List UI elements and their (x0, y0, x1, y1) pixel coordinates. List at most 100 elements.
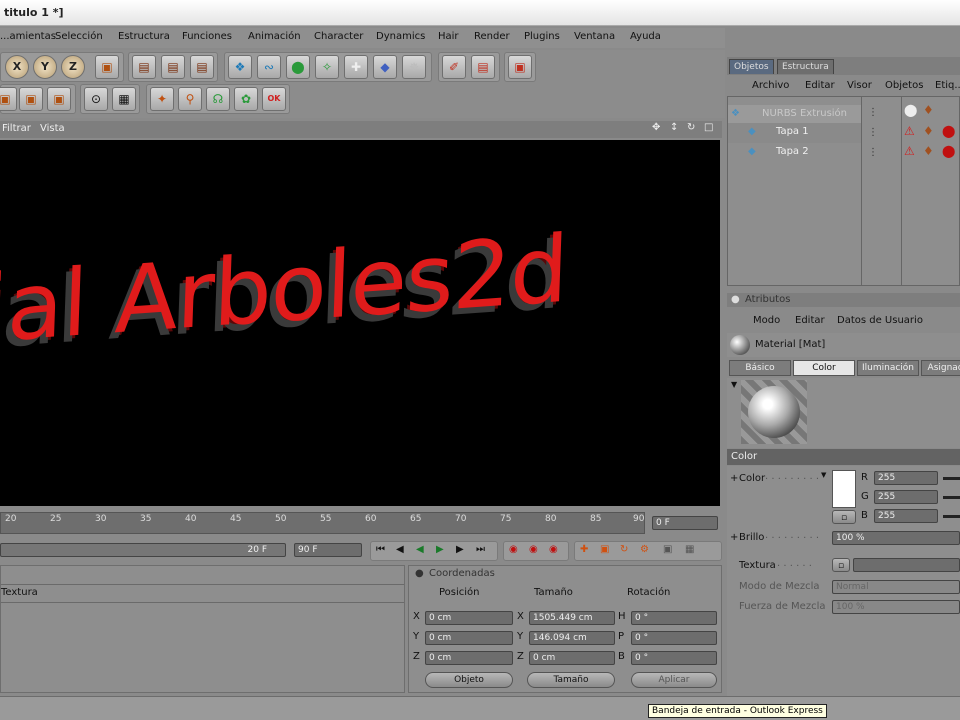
light-icon[interactable]: ✵ (402, 55, 426, 79)
array-icon[interactable]: ✧ (315, 55, 339, 79)
size-y-field[interactable]: 146.094 cm (529, 631, 615, 645)
axis-z-button[interactable]: Z (61, 55, 85, 79)
apply-button[interactable]: Aplicar (631, 672, 717, 688)
obj-menu-tags[interactable]: Etiq... (935, 80, 960, 91)
material-red-tag-icon[interactable]: ⬤ (942, 124, 955, 138)
zoom-icon[interactable]: ↕ (670, 122, 678, 133)
blend-mode-select[interactable]: Normal (832, 580, 960, 594)
texture-slot[interactable] (853, 558, 960, 572)
visibility-dots-icon[interactable]: ⋮ (868, 147, 878, 158)
warning-tag-icon[interactable]: ⚠ (904, 144, 915, 158)
tab-color[interactable]: Color (793, 360, 855, 376)
menu-help[interactable]: Ayuda (630, 31, 661, 42)
go-end-icon[interactable]: ⏭ (476, 544, 485, 555)
maximize-icon[interactable]: □ (704, 122, 713, 133)
nurbs-icon[interactable]: ⬤ (286, 55, 310, 79)
magnet-icon[interactable]: ⚲ (178, 87, 202, 111)
visibility-dots-icon[interactable]: ⋮ (868, 107, 878, 118)
size-x-field[interactable]: 1505.449 cm (529, 611, 615, 625)
tab-structure[interactable]: Estructura (777, 59, 834, 74)
key-pla-icon[interactable]: ▣ (663, 544, 672, 555)
edges-icon[interactable]: ▦ (112, 87, 136, 111)
menu-animation[interactable]: Animación (248, 31, 301, 42)
key-scheme-icon[interactable]: ▦ (685, 544, 694, 555)
points-icon[interactable]: ⊙ (84, 87, 108, 111)
material-preview[interactable] (741, 380, 807, 444)
current-frame-field[interactable]: 0 F (652, 516, 718, 530)
menu-hair[interactable]: Hair (438, 31, 459, 42)
timeline-ruler[interactable]: 20 25 30 35 40 45 50 55 60 65 70 75 80 8… (0, 512, 645, 534)
pos-z-field[interactable]: 0 cm (425, 651, 513, 665)
viewport-menu-filter[interactable]: Filtrar (2, 123, 31, 134)
menu-structure[interactable]: Estructura (118, 31, 170, 42)
menu-selection[interactable]: Selección (55, 31, 103, 42)
brightness-field[interactable]: 100 % (832, 531, 960, 545)
mode-object-icon[interactable]: ▣ (19, 87, 43, 111)
rotate-icon[interactable]: ↻ (687, 122, 695, 133)
color-dropdown-arrow-icon[interactable]: ▼ (821, 471, 826, 479)
color-picker-button[interactable]: ▫ (832, 510, 856, 524)
tab-assignment[interactable]: Asignación (921, 360, 960, 376)
tree-row-cap1[interactable]: ◆ Tapa 1 (728, 123, 861, 143)
obj-menu-view[interactable]: Visor (847, 80, 872, 91)
rot-h-field[interactable]: 0 ° (631, 611, 717, 625)
tree-row-nurbs[interactable]: ❖ NURBS Extrusión (728, 105, 861, 125)
color-swatch[interactable] (832, 470, 856, 508)
menu-plugins[interactable]: Plugins (524, 31, 560, 42)
pan-icon[interactable]: ✥ (652, 122, 660, 133)
go-start-icon[interactable]: ⏮ (376, 544, 385, 555)
coord-system-icon[interactable]: ▣ (95, 55, 119, 79)
menu-character[interactable]: Character (314, 31, 363, 42)
menu-window[interactable]: Ventana (574, 31, 615, 42)
warning-tag-icon[interactable]: ⚠ (904, 124, 915, 138)
spline-icon[interactable]: ∾ (257, 55, 281, 79)
tab-basic[interactable]: Básico (729, 360, 791, 376)
visibility-dots-icon[interactable]: ⋮ (868, 127, 878, 138)
g-slider[interactable] (943, 496, 960, 499)
autokey-icon[interactable]: ◉ (529, 544, 538, 555)
move-icon[interactable]: ✦ (150, 87, 174, 111)
material-tag-icon[interactable]: ⬤ (904, 103, 917, 117)
texture-menu-button[interactable]: ▫ (832, 558, 850, 572)
r-field[interactable]: 255 (874, 471, 938, 485)
mode-texture-icon[interactable]: ▣ (47, 87, 71, 111)
preview-menu-arrow-icon[interactable]: ▼ (731, 380, 737, 389)
axis-x-button[interactable]: X (5, 55, 29, 79)
obj-menu-file[interactable]: Archivo (752, 80, 789, 91)
g-field[interactable]: 255 (874, 490, 938, 504)
brush-icon[interactable]: ✐ (442, 55, 466, 79)
deformer-icon[interactable]: ✚ (344, 55, 368, 79)
attr-menu-edit[interactable]: Editar (795, 315, 825, 326)
r-slider[interactable] (943, 477, 960, 480)
menu-dynamics[interactable]: Dynamics (376, 31, 425, 42)
attr-menu-userdata[interactable]: Datos de Usuario (837, 315, 923, 326)
menu-tools[interactable]: ...amientas (0, 31, 56, 42)
rot-b-field[interactable]: 0 ° (631, 651, 717, 665)
tree-row-cap2[interactable]: ◆ Tapa 2 (728, 143, 861, 163)
box-icon[interactable]: ▣ (508, 55, 532, 79)
menu-functions[interactable]: Funciones (182, 31, 232, 42)
rot-p-field[interactable]: 0 ° (631, 631, 717, 645)
play-icon[interactable]: ▶ (436, 544, 444, 555)
obj-menu-objects[interactable]: Objetos (885, 80, 923, 91)
scene-icon[interactable]: ◆ (373, 55, 397, 79)
pos-x-field[interactable]: 0 cm (425, 611, 513, 625)
pos-y-field[interactable]: 0 cm (425, 631, 513, 645)
render-settings-icon[interactable]: ▤ (190, 55, 214, 79)
render-picture-icon[interactable]: ▤ (161, 55, 185, 79)
clapper-icon[interactable]: ▤ (471, 55, 495, 79)
tab-objects[interactable]: Objetos (729, 59, 774, 74)
key-icon[interactable]: ☊ (206, 87, 230, 111)
size-mode-select[interactable]: Tamaño (527, 672, 615, 688)
key-rotation-icon[interactable]: ↻ (620, 544, 628, 555)
tab-illumination[interactable]: Iluminación (857, 360, 919, 376)
b-field[interactable]: 255 (874, 509, 938, 523)
material-red-tag-icon[interactable]: ⬤ (942, 144, 955, 158)
cube-icon[interactable]: ❖ (228, 55, 252, 79)
axis-y-button[interactable]: Y (33, 55, 57, 79)
mode-select[interactable]: Objeto (425, 672, 513, 688)
key-position-icon[interactable]: ✚ (580, 544, 588, 555)
viewport[interactable]: ial Arboles2d (0, 140, 720, 506)
record-icon[interactable]: ✿ (234, 87, 258, 111)
ok-button[interactable]: OK (262, 87, 286, 111)
